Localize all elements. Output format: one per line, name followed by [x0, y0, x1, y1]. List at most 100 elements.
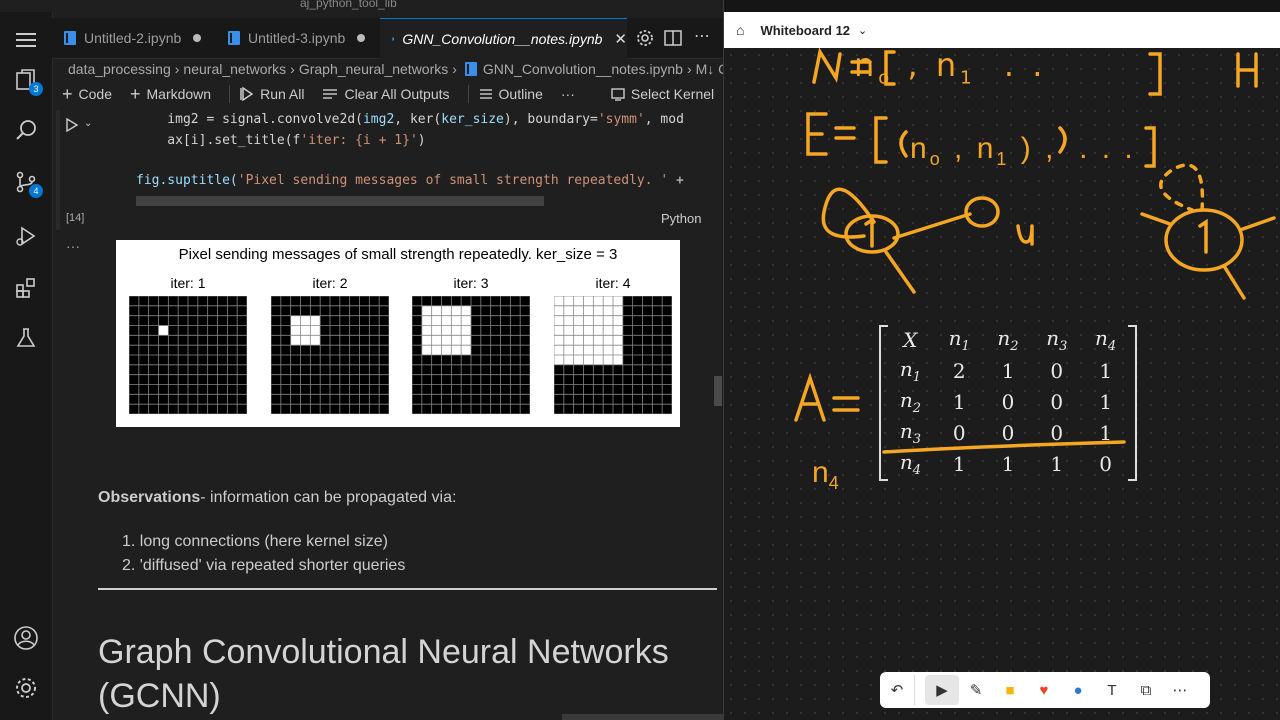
- matrix-cell: 2: [952, 358, 966, 383]
- ink-text-e-list: no , n1 ) , . . .: [910, 132, 1136, 169]
- code-token: img2: [362, 112, 395, 127]
- select-kernel-button[interactable]: Select Kernel: [611, 86, 714, 102]
- select-tool-icon[interactable]: ▶: [925, 675, 959, 705]
- vscode-window: aj_python_tool_lib 3 4 Untitled-2.ipynb …: [0, 0, 723, 720]
- plus-icon: +: [129, 83, 141, 104]
- text-tool-icon[interactable]: T: [1095, 675, 1129, 705]
- plus-icon: +: [62, 83, 73, 104]
- more-actions-icon[interactable]: ⋯: [694, 26, 710, 46]
- unsaved-dot-icon[interactable]: [193, 34, 202, 42]
- whiteboard-title[interactable]: Whiteboard 12: [760, 23, 850, 38]
- bottom-scrollbar[interactable]: [562, 714, 723, 720]
- run-cell-icon[interactable]: [65, 117, 79, 137]
- matrix-cell: n1: [948, 325, 970, 354]
- whiteboard-titlebar: [724, 0, 1280, 12]
- chevron-down-icon[interactable]: ⌄: [858, 24, 867, 37]
- home-icon[interactable]: ⌂: [736, 22, 744, 38]
- output-figure: Pixel sending messages of small strength…: [116, 240, 680, 427]
- code-token: fig.suptitle(: [136, 173, 238, 188]
- white-region: [158, 325, 169, 336]
- activity-bar: 3 4: [0, 12, 53, 720]
- code-cell-editor[interactable]: img2 = signal.convolve2d(img2, ker(ker_s…: [96, 108, 708, 233]
- vertical-scrollbar-thumb[interactable]: [714, 376, 722, 406]
- shapes-icon[interactable]: ⧉: [1129, 675, 1163, 705]
- panel-title: iter: 2: [312, 275, 348, 291]
- clear-outputs-icon: [323, 89, 338, 99]
- ink-text-n-list: no , n1 . .: [854, 46, 1047, 89]
- chevron-right-icon: ›: [686, 61, 692, 77]
- search-icon[interactable]: [12, 116, 40, 144]
- undo-icon[interactable]: ↶: [880, 675, 915, 705]
- breadcrumb-item[interactable]: GNN_Convolution__notes.ipynb: [483, 61, 683, 77]
- matrix-cell: n2: [899, 387, 921, 416]
- add-markdown-cell-button[interactable]: + Markdown: [130, 84, 211, 105]
- outline-button[interactable]: Outline: [479, 86, 543, 102]
- list-item-text: long connections (here kernel size): [139, 533, 388, 550]
- tab-label: GNN_Convolution__notes.ipynb: [402, 31, 603, 47]
- pen-tool-icon[interactable]: ✎: [959, 675, 993, 705]
- breadcrumb-item[interactable]: neural_networks: [183, 61, 286, 77]
- divider: [229, 85, 231, 103]
- account-icon[interactable]: [12, 624, 40, 652]
- tab-untitled-3[interactable]: Untitled-3.ipynb: [216, 18, 378, 58]
- notebook-icon: [392, 37, 395, 41]
- heading-line: (GCNN): [98, 677, 221, 715]
- more-toolbar-button[interactable]: ···: [561, 86, 575, 102]
- breadcrumb-item[interactable]: data_processing: [68, 61, 171, 77]
- close-icon[interactable]: ✕: [614, 30, 627, 48]
- testing-icon[interactable]: [12, 324, 40, 352]
- breadcrumb-item[interactable]: Graph_neural_networks: [299, 61, 448, 77]
- cell-language[interactable]: Python: [661, 211, 701, 226]
- matrix-cell: 0: [1050, 358, 1064, 383]
- button-label: Markdown: [146, 86, 212, 102]
- split-editor-icon[interactable]: [664, 29, 682, 52]
- code-token: 'iter: {i + 1}': [300, 133, 418, 148]
- code-line: img2 = signal.convolve2d(img2, ker(ker_s…: [136, 112, 684, 127]
- run-options-chevron-down-icon[interactable]: ⌄: [84, 118, 92, 129]
- matrix-cell: X: [903, 327, 918, 352]
- matrix-cell: 1: [1001, 451, 1015, 476]
- matrix-cell: 0: [1001, 389, 1015, 414]
- code-line: ax[i].set_title(f'iter: {i + 1}'): [136, 133, 425, 148]
- settings-gear-icon[interactable]: [12, 674, 40, 702]
- code-token: , ker(: [394, 112, 442, 127]
- code-token: ax[i].set_title(f: [136, 133, 301, 148]
- comment-icon[interactable]: ●: [1061, 675, 1095, 705]
- add-code-cell-button[interactable]: + Code: [62, 84, 112, 105]
- extensions-icon[interactable]: [12, 274, 40, 302]
- source-control-icon[interactable]: 4: [12, 168, 43, 198]
- chevron-right-icon: ›: [290, 61, 295, 77]
- run-debug-icon[interactable]: [12, 222, 40, 250]
- list-item: 1. long connections (here kernel size): [122, 533, 388, 550]
- menu-icon[interactable]: [12, 26, 40, 54]
- code-line: fig.suptitle('Pixel sending messages of …: [136, 173, 684, 188]
- button-label: Outline: [498, 86, 543, 102]
- title-bar: aj_python_tool_lib: [0, 0, 723, 12]
- sticky-note-icon[interactable]: ■: [993, 675, 1027, 705]
- breadcrumb: data_processing › neural_networks › Graph_…: [68, 58, 723, 80]
- notebook-settings-gear-icon[interactable]: [636, 29, 654, 52]
- run-all-button[interactable]: Run All: [240, 86, 304, 102]
- horizontal-scrollbar[interactable]: [136, 196, 544, 206]
- code-token: 'symm': [597, 112, 645, 127]
- reaction-heart-icon[interactable]: ♥: [1027, 675, 1061, 705]
- tab-gnn-convolution-notes[interactable]: GNN_Convolution__notes.ipynb ✕: [380, 18, 627, 59]
- chevron-right-icon: ›: [174, 61, 180, 77]
- code-token: ker_size: [441, 112, 504, 127]
- unsaved-dot-icon[interactable]: [357, 34, 366, 42]
- figure-suptitle: Pixel sending messages of small strength…: [178, 246, 618, 263]
- code-token: ), boundary=: [503, 112, 598, 127]
- notebook-icon: [64, 31, 76, 45]
- whiteboard-canvas[interactable]: no , n1 . . no , n1 ) , . . . n4 Xn1 n2 n3…: [724, 46, 1280, 720]
- grid-image: [128, 295, 248, 415]
- ink-text-n4: n4: [812, 456, 839, 493]
- command-center[interactable]: aj_python_tool_lib: [300, 0, 397, 10]
- clear-all-outputs-button[interactable]: Clear All Outputs: [322, 86, 450, 102]
- tab-untitled-2[interactable]: Untitled-2.ipynb: [52, 18, 212, 58]
- output-more-icon[interactable]: ···: [66, 238, 80, 254]
- breadcrumb-item[interactable]: M↓ C: [696, 61, 723, 77]
- matrix-cell: n2: [997, 325, 1019, 354]
- more-tools-icon[interactable]: ⋯: [1163, 675, 1197, 705]
- explorer-icon[interactable]: 3: [12, 66, 43, 96]
- whiteboard-toolbar: ↶ ▶ ✎ ■ ♥ ● T ⧉ ⋯: [880, 672, 1210, 708]
